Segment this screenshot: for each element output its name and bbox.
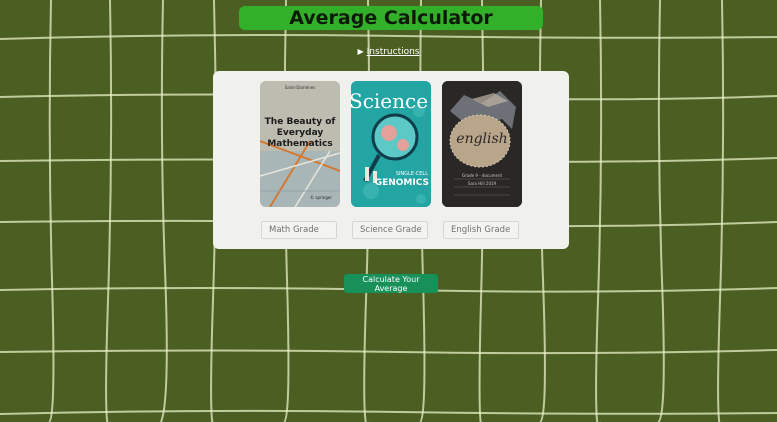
instructions-link[interactable]: Instructions <box>367 47 420 57</box>
science-cover-subtitle-1: SINGLE-CELL <box>395 171 428 177</box>
english-grade-input[interactable] <box>443 221 519 239</box>
science-grade-input[interactable] <box>352 221 428 239</box>
calculate-average-button[interactable]: Calculate Your Average <box>344 274 438 293</box>
english-cover-note-2: Sara Hill 2019 <box>467 181 497 186</box>
science-cover-title: Science <box>351 89 429 113</box>
math-grade-input[interactable] <box>261 221 337 239</box>
math-cover-title-line-1: The Beauty of <box>264 117 336 127</box>
math-cover-title-line-3: Mathematics <box>267 139 333 149</box>
english-cover-title: english <box>456 131 508 147</box>
science-magazine-cover: Science SINGLE-CELL GENOMICS <box>351 81 431 207</box>
math-cover-footer: © springer <box>310 195 332 200</box>
disclosure-triangle-icon[interactable]: ▶ <box>357 47 363 56</box>
science-cover-subtitle-2: GENOMICS <box>374 178 429 188</box>
math-cover-title-line-2: Everyday <box>276 128 324 138</box>
page-title: Average Calculator <box>239 6 543 30</box>
math-book-cover: Saint-Doménes The Beauty of Everyday Mat… <box>260 81 340 207</box>
english-cover-note-1: Grade 9 - document <box>461 173 503 178</box>
english-notebook-cover: english Grade 9 - document Sara Hill 201… <box>442 81 522 207</box>
subjects-panel: Saint-Doménes The Beauty of Everyday Mat… <box>213 71 569 249</box>
math-cover-small-text: Saint-Doménes <box>284 85 316 90</box>
instructions-toggle[interactable]: ▶ Instructions <box>0 47 777 57</box>
